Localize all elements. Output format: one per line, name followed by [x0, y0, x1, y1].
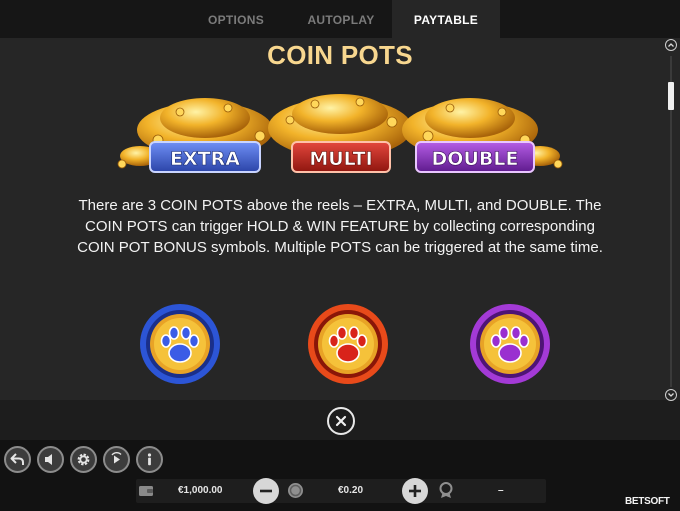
section-title: COIN POTS — [267, 40, 413, 70]
coins-icon — [288, 483, 303, 498]
red-paw-coin-symbol — [308, 304, 388, 384]
tab-options[interactable]: OPTIONS — [186, 0, 286, 38]
award-icon — [439, 482, 453, 498]
sound-button[interactable] — [37, 446, 64, 473]
autoplay-icon — [111, 452, 122, 464]
coin-pots-description: There are 3 COIN POTS above the reels – … — [77, 197, 603, 256]
scrollbar-thumb[interactable] — [668, 82, 674, 110]
settings-gear-icon — [77, 453, 90, 466]
scroll-up-button[interactable] — [665, 39, 677, 51]
purple-paw-coin-symbol — [470, 304, 550, 384]
paytable-panel: COIN POTS EXTRA MULTI DOUBLE There are 3… — [0, 38, 680, 400]
info-icon — [147, 453, 152, 466]
balance-value: €1,000.00 — [178, 485, 223, 496]
close-button[interactable] — [327, 407, 355, 435]
wallet-icon — [139, 486, 153, 496]
tab-autoplay[interactable]: AUTOPLAY — [291, 0, 391, 38]
chevron-up-icon — [668, 43, 674, 47]
bet-value: €0.20 — [338, 485, 364, 496]
info-button[interactable] — [136, 446, 163, 473]
back-arrow-icon — [10, 453, 24, 465]
increase-bet-button[interactable] — [402, 478, 428, 504]
autoplay-button[interactable] — [103, 446, 130, 473]
close-icon — [335, 415, 347, 427]
tab-paytable[interactable]: PAYTABLE — [392, 0, 500, 38]
decrease-bet-button[interactable] — [253, 478, 279, 504]
pot-label-extra: EXTRA — [170, 148, 240, 170]
back-button[interactable] — [4, 446, 31, 473]
coin-pots-image: EXTRA MULTI DOUBLE — [117, 94, 563, 173]
blue-paw-coin-symbol — [140, 304, 220, 384]
plus-icon — [409, 485, 421, 497]
pot-label-multi: MULTI — [309, 148, 372, 170]
win-value: – — [498, 485, 504, 496]
scroll-down-button[interactable] — [665, 389, 677, 401]
minus-icon — [260, 489, 272, 493]
settings-button[interactable] — [70, 446, 97, 473]
tab-bar: OPTIONS AUTOPLAY PAYTABLE — [0, 0, 680, 38]
chevron-down-icon — [668, 393, 674, 397]
betsoft-logo: BETSOFT — [625, 496, 670, 507]
pot-label-double: DOUBLE — [432, 148, 519, 170]
sound-icon — [45, 454, 52, 465]
